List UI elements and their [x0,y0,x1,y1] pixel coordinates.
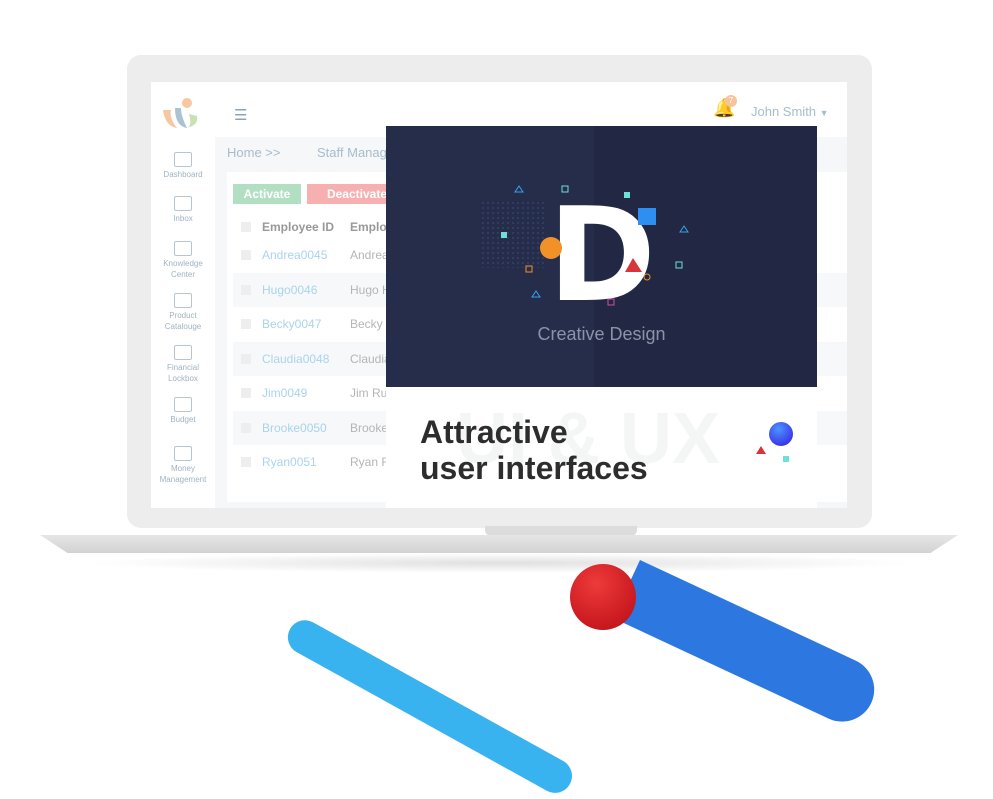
money-bag-icon [174,397,192,412]
employee-id-link[interactable]: Jim0049 [262,376,307,410]
employee-name: Jim Ru [350,386,388,400]
breadcrumb-current: Staff Manag [317,145,387,160]
select-all-checkbox[interactable] [241,222,251,232]
breadcrumb-home[interactable]: Home >> [227,145,280,160]
promo-headline: Attractive user interfaces [420,414,648,486]
safe-icon [174,345,192,360]
employee-id-link[interactable]: Becky0047 [262,307,321,341]
geometric-shapes-illustration: D [482,179,689,331]
row-checkbox[interactable] [241,250,251,260]
monitor-icon [174,152,192,167]
sidebar: Dashboard Inbox Knowledge Center Product… [151,82,215,508]
sidebar-item-budget[interactable]: Budget [151,397,215,425]
decorative-light-blue-stripe [281,614,579,799]
employee-name: Andrea [350,248,389,262]
laptop-screen: Dashboard Inbox Knowledge Center Product… [151,82,847,508]
employee-id-link[interactable]: Brooke0050 [262,411,327,445]
sidebar-item-product-catalogue[interactable]: Product Catalouge [151,293,215,332]
laptop-hinge [485,526,637,536]
promo-subtitle: Creative Design [537,324,666,344]
activate-button[interactable]: Activate [233,184,301,204]
headline-line-2: user interfaces [420,450,648,486]
catalogue-icon [174,293,192,308]
decorative-square [783,456,789,462]
books-icon [174,241,192,256]
laptop-base [40,535,958,553]
sidebar-item-money-management[interactable]: Money Management [151,446,215,485]
employee-id-link[interactable]: Ryan0051 [262,445,317,479]
sidebar-item-inbox[interactable]: Inbox [151,196,215,224]
decorative-red-ball [570,564,636,630]
promo-card: D Creative Design UI & UX Attractive user… [386,126,817,508]
employee-name: Ryan R [350,455,391,469]
row-checkbox[interactable] [241,388,251,398]
laptop-shadow [80,553,920,573]
sidebar-item-financial-lockbox[interactable]: Financial Lockbox [151,345,215,384]
row-checkbox[interactable] [241,319,251,329]
user-menu[interactable]: John Smith ▼ [751,104,829,119]
wallet-icon [174,446,192,461]
logo-icon [163,98,198,128]
caret-down-icon: ▼ [819,108,829,118]
employee-name: Claudia [350,351,391,366]
promo-letter: D [548,179,656,331]
decorative-triangle [756,446,766,454]
employee-name: Brooke [350,420,389,435]
employee-name: Hugo H [350,282,391,297]
employee-id-link[interactable]: Andrea0045 [262,238,327,272]
sidebar-item-knowledge-center[interactable]: Knowledge Center [151,241,215,280]
user-name: John Smith [751,104,817,119]
employee-name: Becky [350,317,383,331]
hamburger-icon[interactable]: ☰ [234,106,247,124]
notification-badge: 7 [725,95,737,107]
employee-id-link[interactable]: Claudia0048 [262,342,329,376]
inbox-icon [174,196,192,211]
row-checkbox[interactable] [241,284,251,295]
decorative-blue-ball [769,422,793,446]
employee-id-link[interactable]: Hugo0046 [262,273,317,307]
sidebar-item-dashboard[interactable]: Dashboard [151,152,215,180]
row-checkbox[interactable] [241,457,251,467]
decorative-blue-stripe [612,560,885,733]
row-checkbox[interactable] [241,353,251,364]
headline-line-1: Attractive [420,414,568,450]
row-checkbox[interactable] [241,422,251,433]
